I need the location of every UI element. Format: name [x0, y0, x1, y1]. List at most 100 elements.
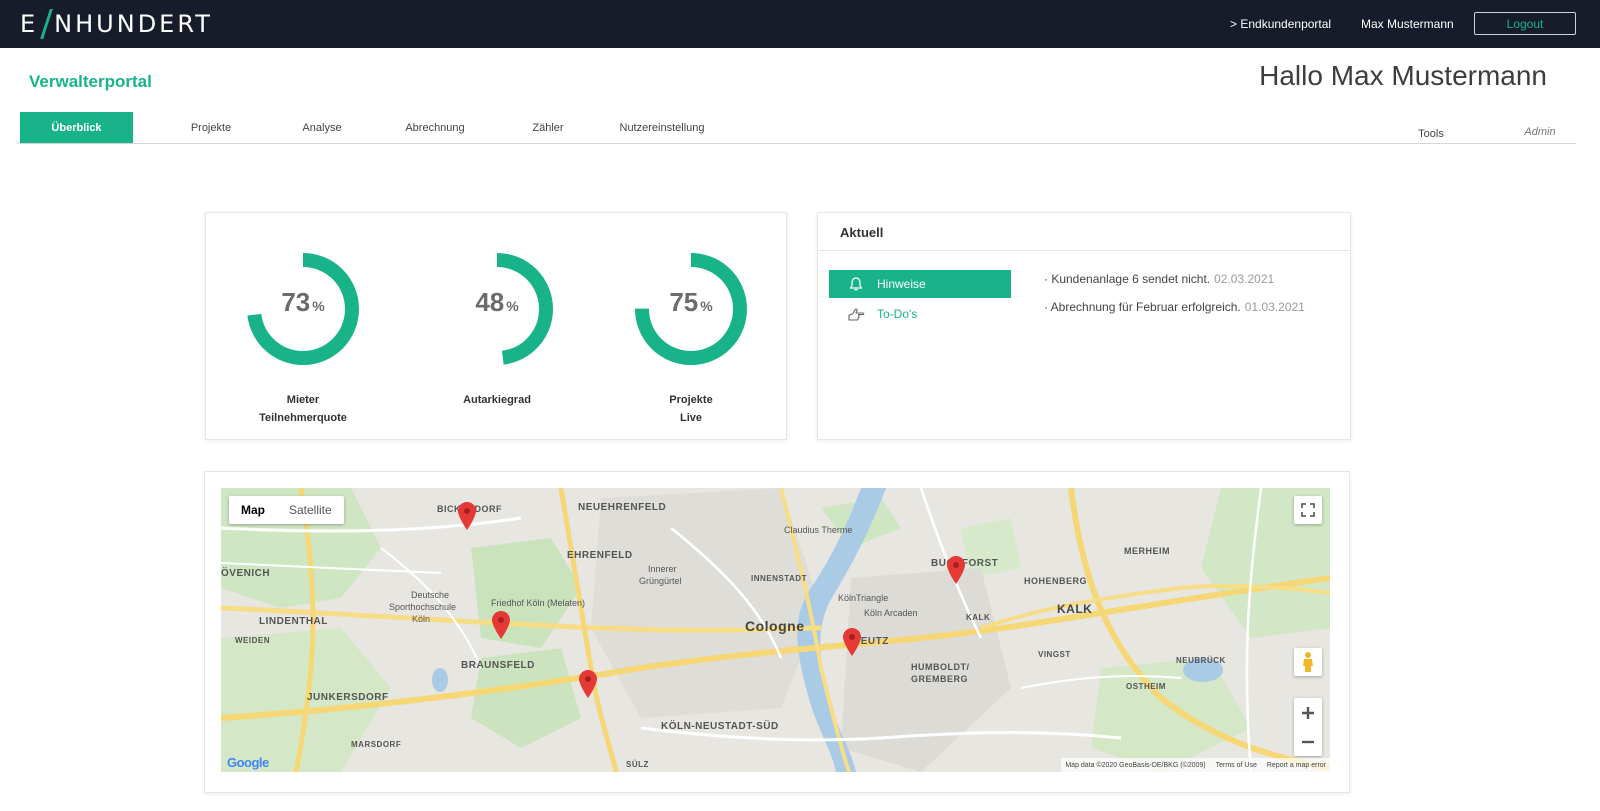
- kpi-label-line1: Autarkiegrad: [463, 394, 531, 406]
- map-card: NEUEHRENFELD BICKENDORF EHRENFELD Innere…: [204, 471, 1350, 793]
- map-label-merheim: MERHEIM: [1124, 546, 1170, 556]
- zoom-in-button[interactable]: [1294, 698, 1322, 727]
- plus-icon: [1302, 706, 1314, 719]
- map-label-innerer: Innerer: [648, 564, 677, 574]
- minus-icon: [1302, 740, 1314, 743]
- kpi-label-line2: Teilnehmerquote: [259, 412, 347, 424]
- todos-button[interactable]: To-Do's: [829, 300, 1011, 328]
- kpi-number: 73: [281, 287, 311, 317]
- pointing-hand-icon: [847, 305, 865, 323]
- map-marker-pin-icon[interactable]: [492, 611, 510, 639]
- tab-projekte[interactable]: Projekte: [156, 112, 266, 143]
- zoom-out-button[interactable]: [1294, 727, 1322, 756]
- map-marker-pin-icon[interactable]: [458, 502, 476, 530]
- portal-title: Verwalterportal: [29, 72, 152, 91]
- map-label-neubrueck: NEUBRÜCK: [1176, 656, 1226, 665]
- terms-of-use-link[interactable]: Terms of Use: [1216, 762, 1257, 769]
- kpi-card: 73% Mieter Teilnehmerquote 48% Autarkiegr…: [205, 212, 787, 440]
- top-bar: E NHUNDERT > Endkundenportal Max Musterm…: [0, 0, 1600, 48]
- tab-tools[interactable]: Tools: [1401, 118, 1461, 149]
- news-text: · Kundenanlage 6 sendet nicht.: [1044, 272, 1211, 286]
- kpi-unit: %: [700, 298, 713, 314]
- news-date: 01.03.2021: [1244, 300, 1305, 314]
- map-label-ehrenfeld: EHRENFELD: [567, 550, 633, 561]
- todos-label: To-Do's: [877, 307, 918, 321]
- zoom-controls: [1294, 698, 1322, 756]
- map-label-cologne: Cologne: [745, 618, 805, 634]
- map-label-marsdorf: MARSDORF: [351, 740, 402, 749]
- map-label-kalk: KALK: [1057, 602, 1093, 616]
- kpi-value: 75%: [606, 287, 776, 318]
- map-label-suelz: SÜLZ: [626, 760, 649, 769]
- hinweise-button[interactable]: Hinweise: [829, 270, 1011, 298]
- logo[interactable]: E NHUNDERT: [20, 8, 213, 40]
- fullscreen-button[interactable]: [1294, 496, 1322, 524]
- map-type-satellite-button[interactable]: Satellite: [277, 496, 344, 524]
- hinweise-label: Hinweise: [877, 277, 926, 291]
- map-label-koeln: Köln: [412, 614, 431, 624]
- tab-abrechnung[interactable]: Abrechnung: [380, 112, 490, 143]
- kpi-label-line2: Live: [679, 412, 702, 424]
- user-name-link[interactable]: Max Mustermann: [1361, 0, 1454, 48]
- tab-analyse[interactable]: Analyse: [267, 112, 377, 143]
- news-item[interactable]: · Abrechnung für Februar erfolgreich. 01.…: [1044, 299, 1305, 327]
- map-label-loevenich: ÖVENICH: [221, 568, 271, 579]
- map-label-humboldt: HUMBOLDT/: [911, 662, 970, 672]
- map-label-deutsche: Deutsche: [411, 590, 450, 600]
- map-label-claudius-therme: Claudius Therme: [784, 525, 853, 535]
- kpi-projekte-live: 75% Projekte Live: [606, 249, 776, 427]
- tab-ueberblick[interactable]: Überblick: [20, 112, 133, 143]
- google-logo-text: Google: [227, 755, 269, 770]
- map-data-attribution: Map data ©2020 GeoBasis-DE/BKG (©2009): [1065, 761, 1206, 769]
- kpi-value: 73%: [218, 287, 388, 318]
- map-label-kalk-small: KALK: [966, 613, 991, 622]
- map-marker-pin-icon[interactable]: [843, 628, 861, 656]
- map-label-innenstadt: INNENSTADT: [751, 574, 807, 583]
- endkundenportal-link[interactable]: > Endkundenportal: [1230, 0, 1331, 48]
- pegman-icon: [1303, 652, 1313, 672]
- tab-admin[interactable]: Admin: [1510, 116, 1570, 147]
- map-footer: Map data ©2020 GeoBasis-DE/BKG (©2009) T…: [1061, 758, 1330, 772]
- logout-button[interactable]: Logout: [1474, 12, 1576, 35]
- kpi-autarkiegrad: 48% Autarkiegrad: [412, 249, 582, 409]
- map-label-braunsfeld: BRAUNSFELD: [461, 660, 535, 671]
- map-label-vingst: VINGST: [1038, 650, 1071, 659]
- aktuell-card: Aktuell Hinweise To-Do's · Kundenanlage …: [817, 212, 1351, 440]
- kpi-mieter-teilnehmerquote: 73% Mieter Teilnehmerquote: [218, 249, 388, 427]
- map-label-gruenguertel: Grüngürtel: [639, 576, 682, 586]
- map-view[interactable]: NEUEHRENFELD BICKENDORF EHRENFELD Innere…: [221, 488, 1330, 772]
- kpi-unit: %: [506, 298, 519, 314]
- map-label-koeln-arcaden: Köln Arcaden: [864, 608, 918, 618]
- map-label-hohenberg: HOHENBERG: [1024, 576, 1088, 586]
- kpi-label: Projekte Live: [606, 391, 776, 427]
- kpi-number: 75: [669, 287, 699, 317]
- tab-nutzereinstellung[interactable]: Nutzereinstellung: [602, 112, 722, 143]
- google-logo: Google: [227, 755, 269, 770]
- news-item[interactable]: · Kundenanlage 6 sendet nicht. 02.03.2021: [1044, 271, 1305, 299]
- bell-icon: [847, 275, 865, 293]
- map-marker-pin-icon[interactable]: [579, 670, 597, 698]
- greeting-heading: Hallo Max Mustermann: [1259, 60, 1547, 91]
- map-label-junkersdorf: JUNKERSDORF: [307, 692, 389, 703]
- street-view-pegman-button[interactable]: [1294, 648, 1322, 676]
- kpi-unit: %: [312, 298, 325, 314]
- kpi-number: 48: [475, 287, 505, 317]
- kpi-value: 48%: [412, 287, 582, 318]
- tab-zaehler[interactable]: Zähler: [493, 112, 603, 143]
- news-text: · Abrechnung für Februar erfolgreich.: [1044, 300, 1241, 314]
- kpi-label: Autarkiegrad: [412, 391, 582, 409]
- logo-slash-icon: [41, 9, 51, 39]
- news-list: · Kundenanlage 6 sendet nicht. 02.03.2021…: [1044, 271, 1305, 327]
- fullscreen-icon: [1301, 503, 1315, 517]
- kpi-label: Mieter Teilnehmerquote: [218, 391, 388, 427]
- aktuell-title: Aktuell: [818, 213, 1350, 251]
- map-type-toggle: Map Satellite: [229, 496, 344, 524]
- map-label-lindenthal: LINDENTHAL: [259, 616, 328, 627]
- map-label-neuehrenfeld: NEUEHRENFELD: [578, 502, 667, 513]
- report-map-error-link[interactable]: Report a map error: [1267, 762, 1326, 769]
- map-type-map-button[interactable]: Map: [229, 496, 277, 524]
- map-label-gremberg: GREMBERG: [911, 674, 969, 684]
- map-label-neustadt-sued: KÖLN-NEUSTADT-SÜD: [661, 721, 779, 732]
- kpi-label-line1: Projekte: [669, 394, 713, 406]
- map-marker-pin-icon[interactable]: [947, 556, 965, 584]
